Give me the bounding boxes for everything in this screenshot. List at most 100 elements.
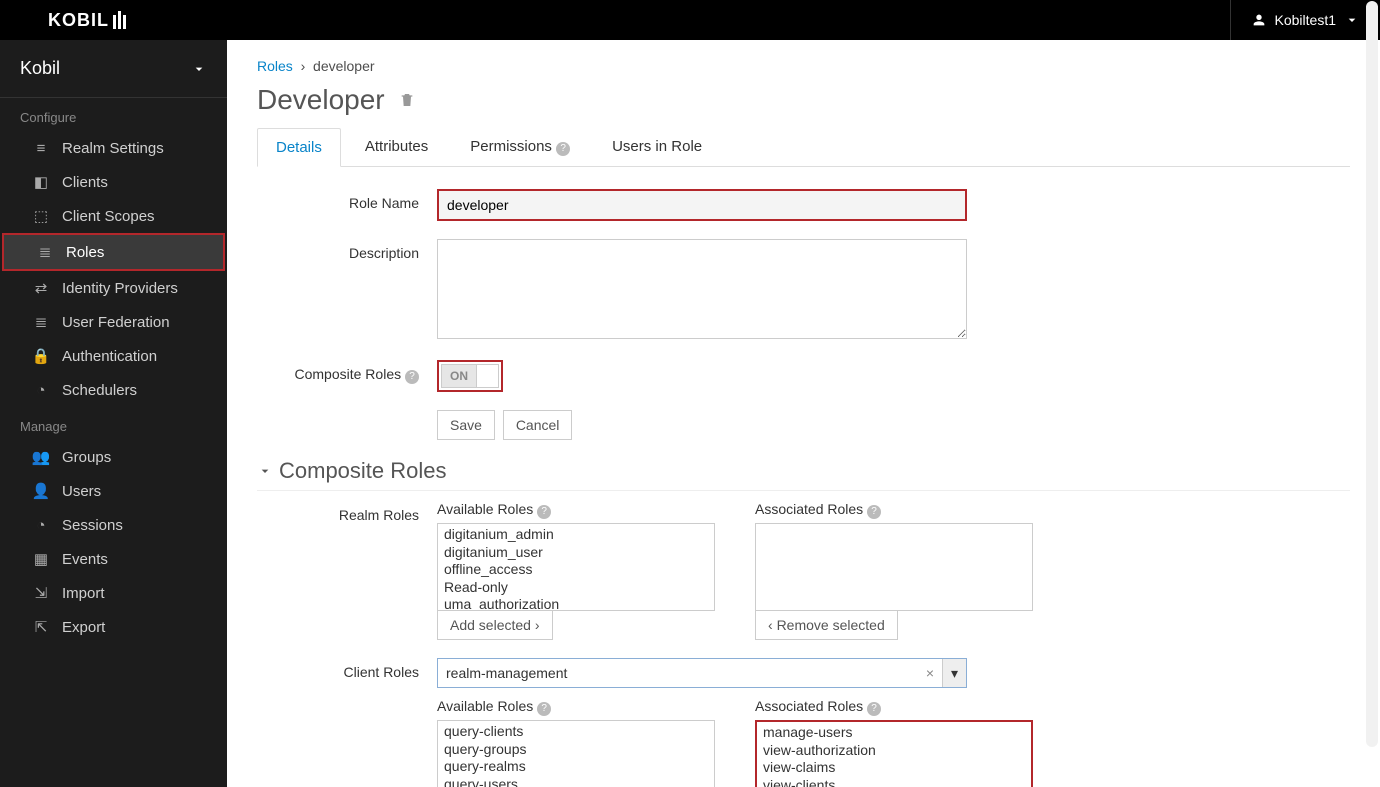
toggle-state: ON [442, 365, 476, 387]
client-select[interactable]: realm-management × ▾ [437, 658, 967, 688]
associated-roles-label: Associated Roles ? [755, 501, 1033, 519]
nav-label: Clients [62, 174, 108, 191]
nav-item-import[interactable]: ⇲ Import [0, 576, 227, 610]
nav-item-clients[interactable]: ◧Clients [0, 165, 227, 199]
main-content: Roles › developer Developer Details Attr… [227, 40, 1380, 787]
page-scrollbar[interactable] [1366, 1, 1378, 747]
help-icon[interactable]: ? [867, 702, 881, 716]
clock-icon: ◔ [32, 381, 50, 399]
clear-icon[interactable]: × [918, 659, 942, 687]
client-select-value: realm-management [438, 659, 918, 687]
realm-selector[interactable]: Kobil [0, 40, 227, 98]
calendar-icon: ▦ [32, 550, 50, 568]
list-item[interactable]: view-clients [763, 777, 1025, 787]
lock-icon: 🔒 [32, 347, 50, 365]
nav-item-authentication[interactable]: 🔒Authentication [0, 339, 227, 373]
nav-item-client-scopes[interactable]: ⬚ Client Scopes [0, 199, 227, 233]
stack-icon: ≣ [32, 313, 50, 331]
client-associated-roles-list[interactable]: manage-usersview-authorizationview-claim… [755, 720, 1033, 787]
logo-text: KOBIL [48, 10, 109, 31]
page-title: Developer [257, 84, 1350, 116]
sliders-icon: ≡ [32, 139, 50, 157]
nav-label: Groups [62, 449, 111, 466]
exchange-icon: ⇄ [32, 279, 50, 297]
tab-attributes[interactable]: Attributes [347, 128, 446, 166]
export-icon: ⇱ [32, 618, 50, 636]
nav-label: Import [62, 585, 105, 602]
composite-section-header[interactable]: Composite Roles [257, 458, 1350, 491]
nav-item-users[interactable]: 👤Users [0, 474, 227, 508]
breadcrumb-root[interactable]: Roles [257, 58, 293, 74]
composite-roles-toggle[interactable]: ON [441, 364, 499, 388]
nav-label: Client Scopes [62, 208, 155, 225]
list-item[interactable]: query-clients [444, 723, 708, 741]
composite-section-title: Composite Roles [279, 458, 447, 484]
help-icon[interactable]: ? [405, 370, 419, 384]
help-icon[interactable]: ? [867, 505, 881, 519]
toggle-knob [476, 365, 498, 387]
realm-available-roles-list[interactable]: digitanium_admindigitanium_useroffline_a… [437, 523, 715, 611]
remove-selected-button[interactable]: ‹ Remove selected [755, 610, 898, 640]
nav-item-roles[interactable]: ≣ Roles [2, 233, 225, 271]
nav-item-identity-providers[interactable]: ⇄ Identity Providers [0, 271, 227, 305]
import-icon: ⇲ [32, 584, 50, 602]
nav-item-user-federation[interactable]: ≣User Federation [0, 305, 227, 339]
list-item[interactable]: Read-only [444, 579, 708, 597]
list-item[interactable]: manage-users [763, 724, 1025, 742]
nav-item-schedulers[interactable]: ◔Schedulers [0, 373, 227, 407]
cancel-button[interactable]: Cancel [503, 410, 573, 440]
nav-item-sessions[interactable]: ◔Sessions [0, 508, 227, 542]
user-menu[interactable]: Kobiltest1 [1230, 0, 1360, 40]
nav-item-realm-settings[interactable]: ≡ Realm Settings [0, 131, 227, 165]
chevron-down-icon [1344, 12, 1360, 28]
page-title-text: Developer [257, 84, 385, 116]
help-icon[interactable]: ? [556, 142, 570, 156]
client-available-roles-list[interactable]: query-clientsquery-groupsquery-realmsque… [437, 720, 715, 787]
list-item[interactable]: view-claims [763, 759, 1025, 777]
list-item[interactable]: query-users [444, 776, 708, 787]
list-item[interactable]: query-realms [444, 758, 708, 776]
tab-permissions-label: Permissions [470, 138, 552, 155]
logo-bars-icon [113, 11, 126, 29]
nav-label: Events [62, 551, 108, 568]
realm-name: Kobil [20, 58, 60, 79]
nav-section-manage: Manage [0, 407, 227, 440]
description-label: Description [257, 239, 437, 261]
trash-icon[interactable] [399, 92, 415, 108]
list-item[interactable]: digitanium_user [444, 544, 708, 562]
description-input[interactable] [437, 239, 967, 339]
clock-icon: ◔ [32, 516, 50, 534]
list-item[interactable]: offline_access [444, 561, 708, 579]
list-item[interactable]: query-groups [444, 741, 708, 759]
list-item[interactable]: view-authorization [763, 742, 1025, 760]
tab-permissions[interactable]: Permissions ? [452, 128, 588, 166]
help-icon[interactable]: ? [537, 702, 551, 716]
nav-label: Identity Providers [62, 280, 178, 297]
add-selected-button[interactable]: Add selected › [437, 610, 553, 640]
nav-item-export[interactable]: ⇱Export [0, 610, 227, 644]
nav-item-events[interactable]: ▦ Events [0, 542, 227, 576]
realm-associated-roles-list[interactable] [755, 523, 1033, 611]
nav-label: Users [62, 483, 101, 500]
tab-details[interactable]: Details [257, 128, 341, 167]
save-button[interactable]: Save [437, 410, 495, 440]
breadcrumb: Roles › developer [257, 58, 1350, 74]
list-icon: ≣ [36, 243, 54, 261]
nav-label: Realm Settings [62, 140, 164, 157]
nav-label: Roles [66, 244, 104, 261]
breadcrumb-current: developer [313, 58, 375, 74]
list-item[interactable]: uma_authorization [444, 596, 708, 611]
tab-users-in-role[interactable]: Users in Role [594, 128, 720, 166]
tabs: Details Attributes Permissions ? Users i… [257, 128, 1350, 167]
sidebar: Kobil Configure≡Realm Settings◧Clients⬚C… [0, 40, 227, 787]
client-roles-label: Client Roles [257, 658, 437, 680]
help-icon[interactable]: ? [537, 505, 551, 519]
logo: KOBIL [48, 10, 126, 31]
associated-roles-label: Associated Roles ? [755, 698, 1033, 716]
dropdown-arrow-icon[interactable]: ▾ [942, 659, 966, 687]
nav-item-groups[interactable]: 👥Groups [0, 440, 227, 474]
role-name-input[interactable] [437, 189, 967, 221]
cubes-icon: ⬚ [32, 207, 50, 225]
user-icon [1251, 12, 1267, 28]
list-item[interactable]: digitanium_admin [444, 526, 708, 544]
